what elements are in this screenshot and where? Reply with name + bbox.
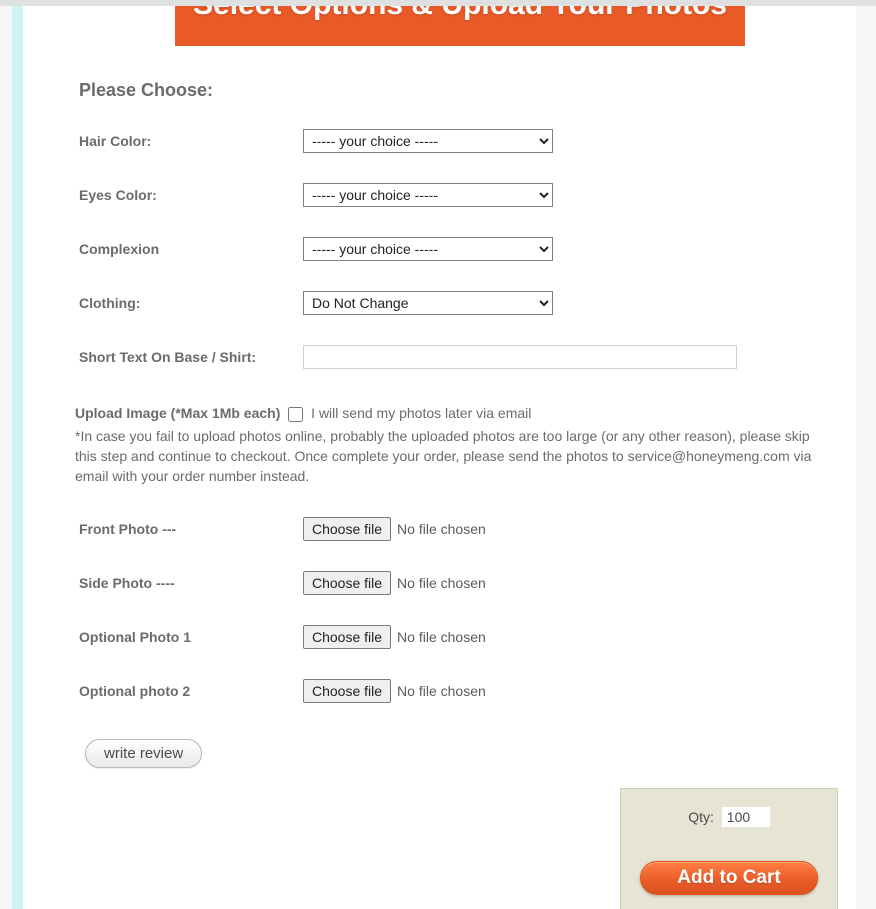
qty-label: Qty: bbox=[688, 809, 714, 825]
left-accent bbox=[12, 6, 23, 909]
row-clothing: Clothing: Do Not Change bbox=[79, 291, 856, 315]
checkbox-label: I will send my photos later via email bbox=[311, 405, 531, 421]
select-complexion[interactable]: ----- your choice ----- bbox=[303, 237, 553, 261]
label-eyes-color: Eyes Color: bbox=[79, 187, 303, 203]
write-review-button[interactable]: write review bbox=[85, 739, 202, 768]
file-rows: Front Photo --- Choose file No file chos… bbox=[79, 517, 856, 703]
select-clothing[interactable]: Do Not Change bbox=[303, 291, 553, 315]
select-eyes-color[interactable]: ----- your choice ----- bbox=[303, 183, 553, 207]
row-complexion: Complexion ----- your choice ----- bbox=[79, 237, 856, 261]
row-hair-color: Hair Color: ----- your choice ----- bbox=[79, 129, 856, 153]
banner-title: Select Options & Upload Your Photos bbox=[193, 6, 727, 21]
no-file-front: No file chosen bbox=[397, 521, 486, 537]
label-front-photo: Front Photo --- bbox=[79, 521, 303, 537]
add-to-cart-button[interactable]: Add to Cart bbox=[640, 861, 818, 895]
row-short-text: Short Text On Base / Shirt: bbox=[79, 345, 856, 369]
cart-box: Qty: Add to Cart bbox=[620, 788, 838, 909]
row-eyes-color: Eyes Color: ----- your choice ----- bbox=[79, 183, 856, 207]
select-hair-color[interactable]: ----- your choice ----- bbox=[303, 129, 553, 153]
choose-file-opt2[interactable]: Choose file bbox=[303, 679, 391, 703]
label-side-photo: Side Photo ---- bbox=[79, 575, 303, 591]
label-clothing: Clothing: bbox=[79, 295, 303, 311]
upload-label: Upload Image (*Max 1Mb each) bbox=[75, 405, 280, 421]
checkbox-send-later[interactable] bbox=[288, 407, 303, 422]
main-panel: Select Options & Upload Your Photos Plea… bbox=[23, 6, 856, 909]
qty-line: Qty: bbox=[637, 807, 821, 827]
upload-section: Upload Image (*Max 1Mb each) I will send… bbox=[75, 405, 856, 487]
label-short-text: Short Text On Base / Shirt: bbox=[79, 349, 303, 365]
no-file-opt1: No file chosen bbox=[397, 629, 486, 645]
choose-file-side[interactable]: Choose file bbox=[303, 571, 391, 595]
row-side-photo: Side Photo ---- Choose file No file chos… bbox=[79, 571, 856, 595]
qty-input[interactable] bbox=[722, 807, 770, 827]
row-optional2: Optional photo 2 Choose file No file cho… bbox=[79, 679, 856, 703]
upload-line: Upload Image (*Max 1Mb each) I will send… bbox=[75, 405, 826, 422]
choose-file-front[interactable]: Choose file bbox=[303, 517, 391, 541]
banner: Select Options & Upload Your Photos bbox=[175, 6, 745, 46]
label-hair-color: Hair Color: bbox=[79, 133, 303, 149]
no-file-opt2: No file chosen bbox=[397, 683, 486, 699]
label-optional2: Optional photo 2 bbox=[79, 683, 303, 699]
options-form: Hair Color: ----- your choice ----- Eyes… bbox=[79, 129, 856, 369]
row-optional1: Optional Photo 1 Choose file No file cho… bbox=[79, 625, 856, 649]
row-front-photo: Front Photo --- Choose file No file chos… bbox=[79, 517, 856, 541]
choose-heading: Please Choose: bbox=[79, 80, 856, 101]
write-review-section: write review bbox=[85, 739, 856, 768]
choose-file-opt1[interactable]: Choose file bbox=[303, 625, 391, 649]
upload-note: *In case you fail to upload photos onlin… bbox=[75, 426, 826, 487]
input-short-text[interactable] bbox=[303, 345, 737, 369]
label-complexion: Complexion bbox=[79, 241, 303, 257]
no-file-side: No file chosen bbox=[397, 575, 486, 591]
label-optional1: Optional Photo 1 bbox=[79, 629, 303, 645]
